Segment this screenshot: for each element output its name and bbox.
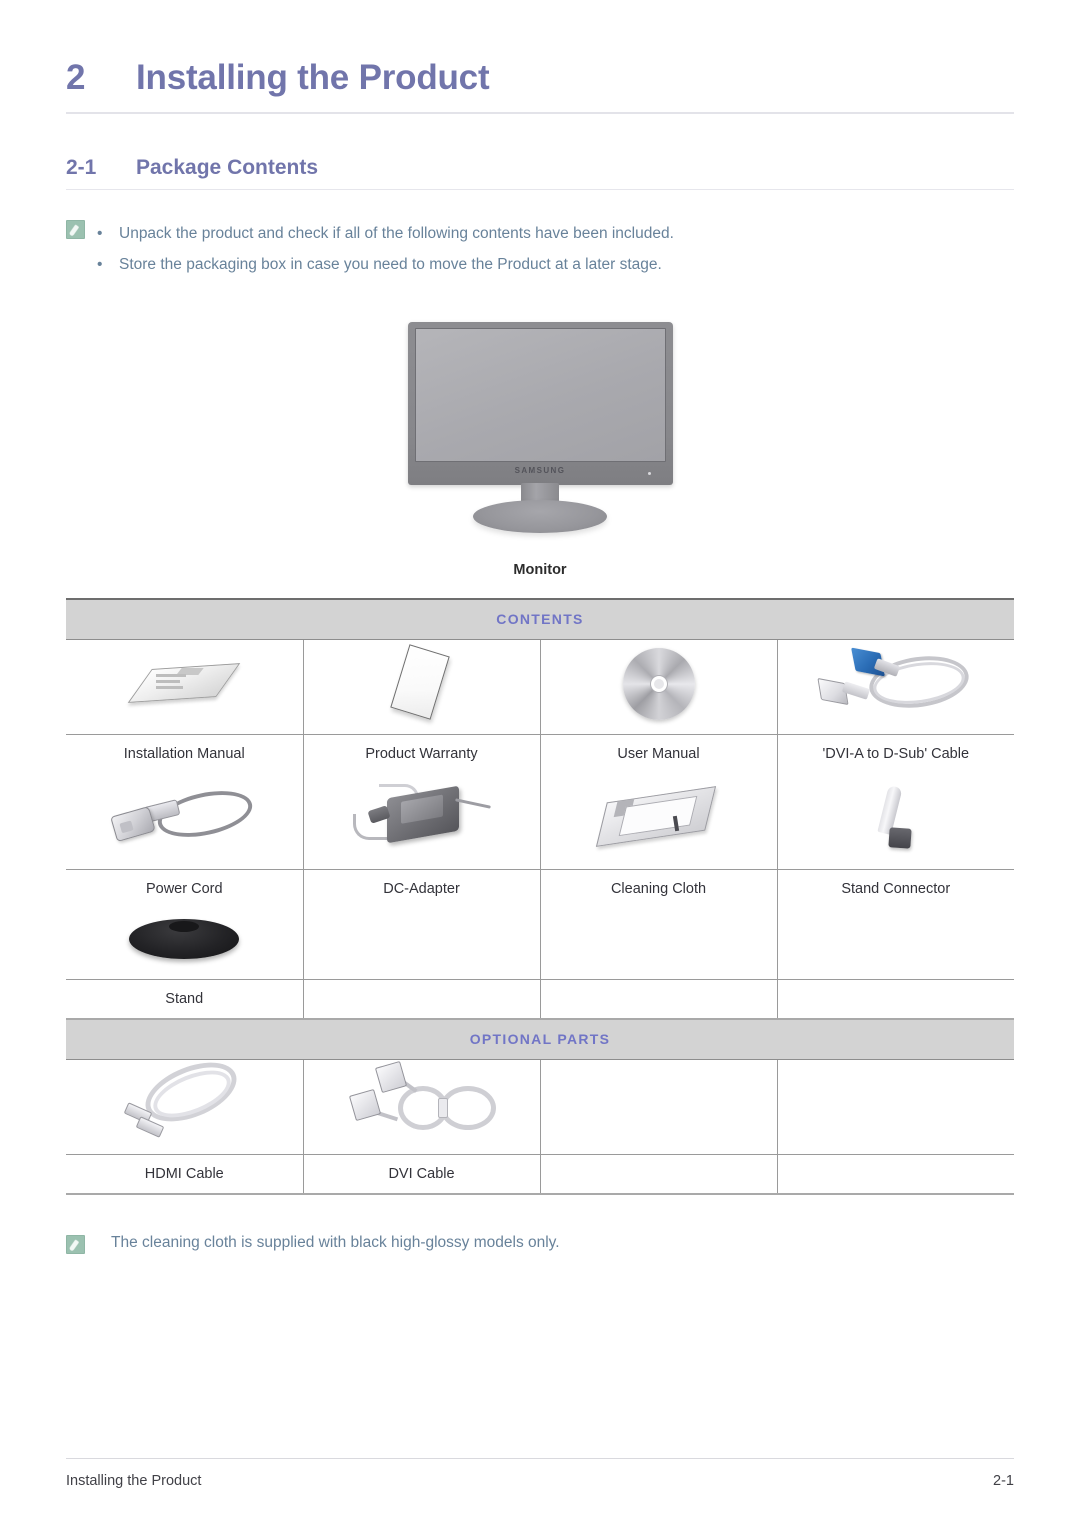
label-empty xyxy=(540,978,778,1020)
optional-parts-header-cell: OPTIONAL PARTS xyxy=(66,1018,1014,1060)
label-dc-adapter: DC-Adapter xyxy=(303,868,541,909)
note-pencil-icon xyxy=(66,220,85,239)
note-pencil-icon xyxy=(66,1235,85,1254)
footnote-block: The cleaning cloth is supplied with blac… xyxy=(66,1233,1014,1254)
dvi-cable-icon xyxy=(342,1060,502,1147)
intro-note-block: • Unpack the product and check if all of… xyxy=(66,218,1014,280)
cell-empty xyxy=(777,909,1014,979)
product-warranty-icon xyxy=(387,644,457,723)
cell-dc-adapter-image xyxy=(303,774,541,869)
monitor-screen xyxy=(414,328,666,462)
label-cleaning-cloth: Cleaning Cloth xyxy=(540,868,778,909)
cleaning-cloth-icon xyxy=(595,785,721,852)
cell-dvi-cable-image xyxy=(303,1059,541,1154)
list-item: • Store the packaging box in case you ne… xyxy=(93,249,1014,280)
cell-power-cord-image xyxy=(66,774,304,869)
note-text: Unpack the product and check if all of t… xyxy=(119,225,674,242)
dvi-a-to-d-sub-cable-icon xyxy=(813,645,978,723)
footer-divider xyxy=(66,1458,1014,1459)
label-empty xyxy=(540,1153,778,1195)
section-title: Package Contents xyxy=(136,156,319,179)
label-power-cord: Power Cord xyxy=(66,868,304,909)
table-row: Installation Manual Product Warranty Use… xyxy=(66,733,1014,774)
label-hdmi-cable: HDMI Cable xyxy=(66,1153,304,1195)
label-empty xyxy=(303,978,541,1020)
label-dvi-cable: DVI Cable xyxy=(303,1153,541,1195)
cell-dvi-a-to-d-sub-image xyxy=(777,639,1014,734)
label-installation-manual: Installation Manual xyxy=(66,733,304,774)
section-heading: 2-1 Package Contents xyxy=(66,156,1014,180)
label-empty xyxy=(777,1153,1014,1195)
cell-user-manual-image xyxy=(540,639,778,734)
cell-empty xyxy=(540,1059,778,1154)
installation-manual-icon xyxy=(127,658,241,710)
cell-empty xyxy=(303,909,541,979)
label-stand-connector: Stand Connector xyxy=(777,868,1014,909)
table-band-row: CONTENTS xyxy=(66,598,1014,640)
power-led-icon xyxy=(647,472,651,475)
footer-section-label: Installing the Product xyxy=(66,1473,202,1489)
table-row xyxy=(66,639,1014,734)
power-cord-icon xyxy=(109,783,259,855)
figure-caption: Monitor xyxy=(513,562,567,578)
table-row xyxy=(66,1050,1014,1154)
note-list: • Unpack the product and check if all of… xyxy=(93,218,1014,280)
table-row: Power Cord DC-Adapter Cleaning Cloth Sta… xyxy=(66,868,1014,909)
monitor-figure: SAMSUNG Monitor xyxy=(66,322,1014,578)
section-divider xyxy=(66,189,1014,190)
cell-installation-manual-image xyxy=(66,639,304,734)
package-contents-table: CONTENTS Installation Manual Product War… xyxy=(66,598,1014,1195)
label-dvi-a-to-d-sub-cable: 'DVI-A to D-Sub' Cable xyxy=(777,733,1014,774)
stand-connector-icon xyxy=(867,784,925,854)
bullet-glyph: • xyxy=(97,256,103,273)
list-item: • Unpack the product and check if all of… xyxy=(93,218,1014,249)
page-footer: Installing the Product 2-1 xyxy=(66,1458,1014,1489)
note-text: Store the packaging box in case you need… xyxy=(119,256,662,273)
dc-adapter-icon xyxy=(347,780,497,858)
footnote-text: The cleaning cloth is supplied with blac… xyxy=(111,1234,560,1251)
monitor-illustration: SAMSUNG xyxy=(407,322,673,537)
page-number: 2-1 xyxy=(993,1473,1014,1489)
cell-cleaning-cloth-image xyxy=(540,774,778,869)
cell-stand-image xyxy=(66,909,304,979)
monitor-base xyxy=(473,500,607,533)
table-row xyxy=(66,909,1014,979)
label-stand: Stand xyxy=(66,978,304,1020)
chapter-number: 2 xyxy=(66,58,86,97)
hdmi-cable-icon xyxy=(119,1050,249,1145)
document-page: 2 Installing the Product 2-1 Package Con… xyxy=(0,0,1080,1527)
user-manual-cd-icon xyxy=(622,648,695,720)
table-row: HDMI Cable DVI Cable xyxy=(66,1153,1014,1195)
label-product-warranty: Product Warranty xyxy=(303,733,541,774)
stand-base-icon xyxy=(129,919,240,963)
bullet-glyph: • xyxy=(97,225,103,242)
table-row xyxy=(66,774,1014,869)
cell-hdmi-cable-image xyxy=(66,1050,304,1154)
table-band-row: OPTIONAL PARTS xyxy=(66,1018,1014,1060)
chapter-title: Installing the Product xyxy=(136,58,490,97)
label-user-manual: User Manual xyxy=(540,733,778,774)
cell-stand-connector-image xyxy=(777,774,1014,869)
contents-header-cell: CONTENTS xyxy=(66,598,1014,640)
cell-product-warranty-image xyxy=(303,639,541,734)
chapter-heading: 2 Installing the Product xyxy=(66,0,1014,98)
label-empty xyxy=(777,978,1014,1020)
table-row: Stand xyxy=(66,978,1014,1020)
cell-empty xyxy=(540,909,778,979)
chapter-divider xyxy=(66,112,1014,114)
cell-empty xyxy=(777,1059,1014,1154)
monitor-brand-logo: SAMSUNG xyxy=(514,466,566,475)
section-number: 2-1 xyxy=(66,156,97,179)
